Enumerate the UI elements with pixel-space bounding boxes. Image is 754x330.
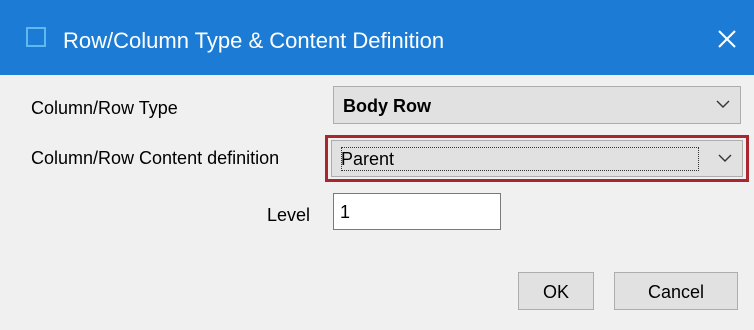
- chevron-down-icon: [718, 154, 732, 162]
- window-title: Row/Column Type & Content Definition: [63, 28, 445, 53]
- content-label: Column/Row Content definition: [31, 148, 280, 168]
- type-select-value: Body Row: [343, 96, 431, 116]
- focus-rectangle: [341, 147, 699, 171]
- content-select-value: Parent: [341, 149, 395, 169]
- close-button[interactable]: [712, 24, 742, 54]
- close-icon: [718, 30, 736, 48]
- level-label: Level: [267, 205, 311, 225]
- cancel-button-label: Cancel: [647, 282, 705, 302]
- type-select[interactable]: Body Row: [333, 86, 741, 124]
- ok-button-label: OK: [542, 282, 569, 302]
- cancel-button[interactable]: Cancel: [614, 272, 738, 310]
- ok-button[interactable]: OK: [518, 272, 594, 310]
- window-icon: [26, 27, 46, 47]
- level-input[interactable]: 1: [333, 193, 501, 230]
- chevron-down-icon: [716, 100, 730, 108]
- title-bar: Row/Column Type & Content Definition: [0, 0, 754, 75]
- type-label: Column/Row Type: [31, 98, 178, 118]
- level-input-value: 1: [340, 202, 351, 222]
- content-select[interactable]: Parent: [331, 140, 743, 177]
